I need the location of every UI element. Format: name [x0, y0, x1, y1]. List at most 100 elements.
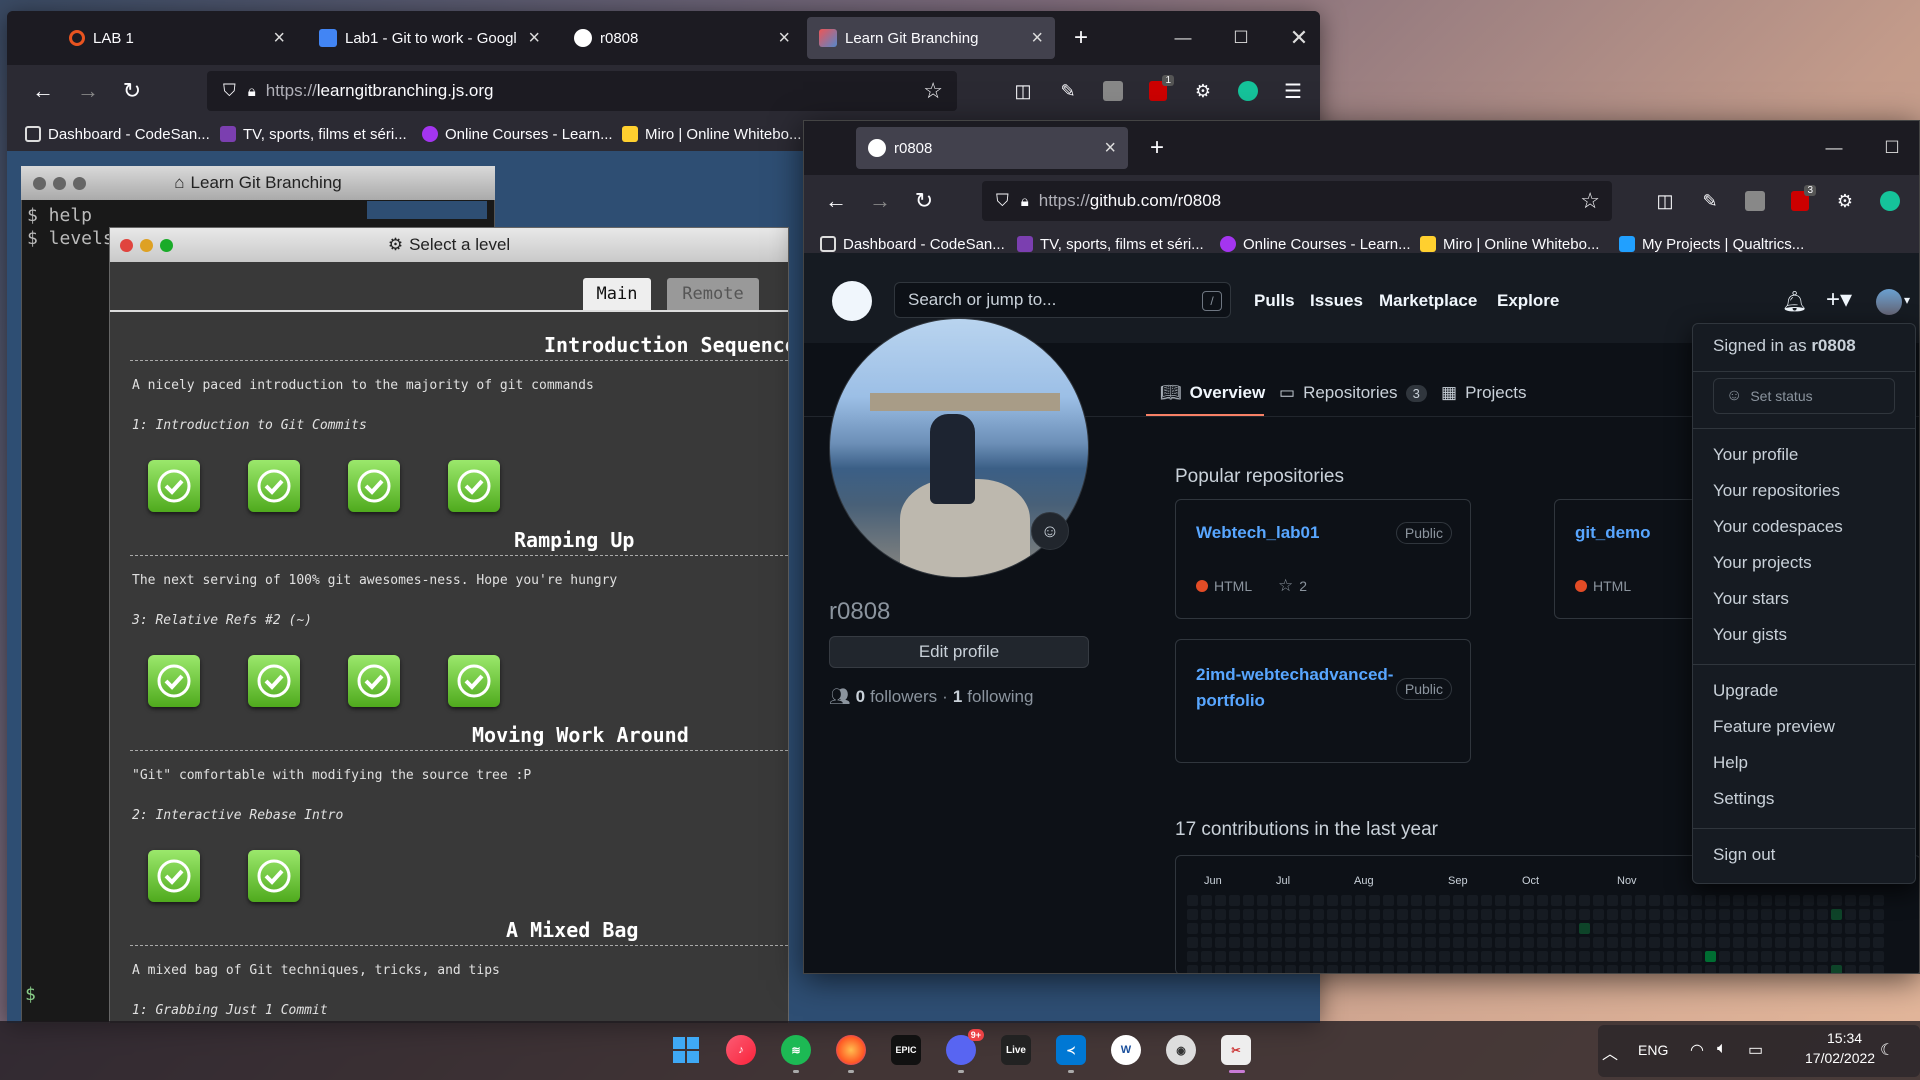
contribution-day[interactable]	[1747, 965, 1758, 973]
contribution-day[interactable]	[1705, 951, 1716, 962]
contribution-day[interactable]	[1481, 909, 1492, 920]
contribution-day[interactable]	[1355, 923, 1366, 934]
menu-your-gists[interactable]: Your gists	[1713, 625, 1787, 645]
contribution-day[interactable]	[1467, 965, 1478, 973]
contribution-day[interactable]	[1761, 923, 1772, 934]
contribution-day[interactable]	[1873, 965, 1884, 973]
bookmark-tv[interactable]: TV, sports, films et séri...	[1017, 236, 1204, 253]
level-complete-icon[interactable]	[148, 655, 200, 707]
ableton-live-icon[interactable]: Live	[1001, 1035, 1031, 1065]
menu-your-repositories[interactable]: Your repositories	[1713, 481, 1840, 501]
contribution-day[interactable]	[1537, 895, 1548, 906]
contribution-day[interactable]	[1789, 923, 1800, 934]
contribution-day[interactable]	[1285, 895, 1296, 906]
url-bar[interactable]: ⛉ 🔒︎ https://learngitbranching.js.org ☆	[207, 71, 957, 111]
contribution-day[interactable]	[1327, 951, 1338, 962]
contribution-day[interactable]	[1593, 923, 1604, 934]
contribution-day[interactable]	[1817, 951, 1828, 962]
contribution-day[interactable]	[1719, 895, 1730, 906]
contribution-day[interactable]	[1775, 923, 1786, 934]
contribution-day[interactable]	[1831, 923, 1842, 934]
contribution-day[interactable]	[1397, 937, 1408, 948]
contribution-day[interactable]	[1635, 923, 1646, 934]
contribution-day[interactable]	[1789, 965, 1800, 973]
contribution-day[interactable]	[1229, 909, 1240, 920]
bookmark-codesandbox[interactable]: Dashboard - CodeSan...	[820, 236, 1005, 253]
repo-stars[interactable]: ☆ 2	[1278, 576, 1307, 596]
contribution-day[interactable]	[1719, 923, 1730, 934]
nav-explore[interactable]: Explore	[1497, 291, 1559, 311]
contribution-day[interactable]	[1341, 951, 1352, 962]
contribution-day[interactable]	[1187, 923, 1198, 934]
contribution-day[interactable]	[1803, 909, 1814, 920]
clock-date[interactable]: 17/02/2022	[1805, 1050, 1875, 1066]
contribution-day[interactable]	[1579, 895, 1590, 906]
contribution-day[interactable]	[1845, 909, 1856, 920]
close-dot[interactable]	[120, 239, 133, 252]
contribution-day[interactable]	[1789, 909, 1800, 920]
bookmark-qualtrics[interactable]: My Projects | Qualtrics...	[1619, 236, 1804, 253]
contribution-day[interactable]	[1761, 895, 1772, 906]
contribution-day[interactable]	[1705, 923, 1716, 934]
contribution-day[interactable]	[1789, 951, 1800, 962]
contribution-day[interactable]	[1649, 923, 1660, 934]
contribution-day[interactable]	[1551, 909, 1562, 920]
avatar[interactable]	[1876, 289, 1902, 315]
extension-icon[interactable]	[1097, 75, 1129, 107]
contribution-day[interactable]	[1257, 909, 1268, 920]
contribution-day[interactable]	[1747, 937, 1758, 948]
pocket-icon[interactable]: ◫	[1007, 75, 1039, 107]
contribution-day[interactable]	[1271, 895, 1282, 906]
contribution-day[interactable]	[1845, 923, 1856, 934]
contribution-day[interactable]	[1201, 937, 1212, 948]
contribution-day[interactable]	[1831, 937, 1842, 948]
close-dot[interactable]	[33, 177, 46, 190]
level-complete-icon[interactable]	[448, 655, 500, 707]
contribution-day[interactable]	[1495, 951, 1506, 962]
contribution-day[interactable]	[1551, 965, 1562, 973]
menu-your-codespaces[interactable]: Your codespaces	[1713, 517, 1843, 537]
notifications-icon[interactable]: ☾	[1880, 1040, 1894, 1060]
contribution-day[interactable]	[1859, 895, 1870, 906]
contribution-day[interactable]	[1257, 895, 1268, 906]
minimize-icon[interactable]: —	[1154, 11, 1212, 65]
close-icon[interactable]: ×	[778, 28, 790, 48]
contribution-day[interactable]	[1579, 951, 1590, 962]
tab-google-docs[interactable]: Lab1 - Git to work - Googl ×	[307, 17, 552, 59]
contribution-day[interactable]	[1733, 895, 1744, 906]
contribution-day[interactable]	[1257, 965, 1268, 973]
contribution-day[interactable]	[1873, 951, 1884, 962]
contribution-day[interactable]	[1733, 923, 1744, 934]
contribution-day[interactable]	[1313, 895, 1324, 906]
bookmark-online-courses[interactable]: Online Courses - Learn...	[1220, 236, 1411, 253]
contribution-day[interactable]	[1817, 965, 1828, 973]
contribution-day[interactable]	[1453, 965, 1464, 973]
contribution-day[interactable]	[1201, 951, 1212, 962]
contribution-day[interactable]	[1551, 895, 1562, 906]
contribution-day[interactable]	[1663, 937, 1674, 948]
contribution-day[interactable]	[1523, 937, 1534, 948]
contribution-day[interactable]	[1537, 923, 1548, 934]
contribution-day[interactable]	[1523, 895, 1534, 906]
contribution-day[interactable]	[1635, 965, 1646, 973]
contribution-day[interactable]	[1537, 937, 1548, 948]
contribution-day[interactable]	[1761, 951, 1772, 962]
contribution-day[interactable]	[1873, 895, 1884, 906]
close-icon[interactable]: ×	[528, 28, 540, 48]
contribution-day[interactable]	[1663, 895, 1674, 906]
tracking-shield-icon[interactable]: ⛉	[996, 191, 1009, 211]
contribution-day[interactable]	[1229, 965, 1240, 973]
contribution-day[interactable]	[1663, 951, 1674, 962]
nav-marketplace[interactable]: Marketplace	[1379, 291, 1477, 311]
contribution-day[interactable]	[1635, 909, 1646, 920]
contribution-day[interactable]	[1593, 965, 1604, 973]
contribution-day[interactable]	[1215, 909, 1226, 920]
forward-icon[interactable]: →	[861, 182, 899, 220]
contribution-day[interactable]	[1509, 895, 1520, 906]
contribution-day[interactable]	[1845, 937, 1856, 948]
contribution-day[interactable]	[1341, 923, 1352, 934]
contribution-day[interactable]	[1453, 895, 1464, 906]
contribution-day[interactable]	[1439, 951, 1450, 962]
maximize-dot[interactable]	[73, 177, 86, 190]
contribution-day[interactable]	[1467, 895, 1478, 906]
